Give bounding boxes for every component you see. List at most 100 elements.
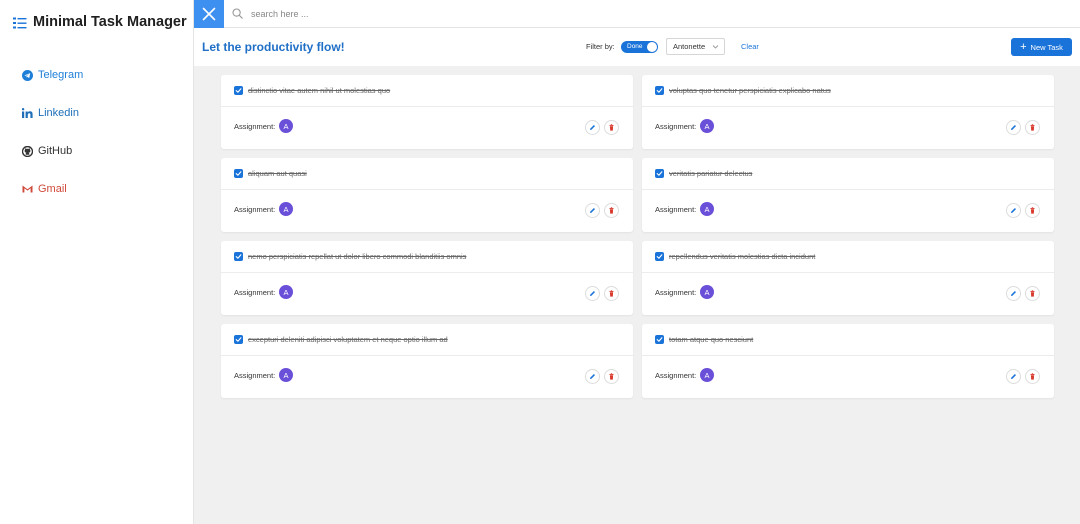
delete-task-button[interactable] — [604, 120, 619, 135]
task-title: veritatis pariatur delectus — [669, 169, 753, 178]
search-bar — [224, 0, 1080, 27]
trash-icon — [609, 290, 614, 297]
task-card-header: aliquam aut quasi — [221, 158, 633, 190]
sidebar-item-label: Telegram — [38, 69, 84, 81]
task-card-header: excepturi deleniti adipisci voluptatem e… — [221, 324, 633, 356]
github-icon — [22, 145, 33, 157]
checkmark-icon — [656, 254, 663, 259]
pencil-icon — [1011, 125, 1016, 130]
task-card: nemo perspiciatis repellat ut dolor libe… — [221, 241, 633, 315]
task-title: excepturi deleniti adipisci voluptatem e… — [248, 335, 448, 344]
pencil-icon — [1011, 291, 1016, 296]
sidebar-item-gmail[interactable]: Gmail — [0, 170, 193, 208]
task-done-checkbox[interactable] — [655, 252, 664, 261]
task-card: distinctio vitae autem nihil ut molestia… — [221, 75, 633, 149]
assignment-label: Assignment: — [234, 122, 276, 131]
task-done-checkbox[interactable] — [655, 335, 664, 344]
task-title: distinctio vitae autem nihil ut molestia… — [248, 86, 391, 95]
clear-filter-link[interactable]: Clear — [741, 42, 759, 51]
edit-task-button[interactable] — [1006, 120, 1021, 135]
assignee-avatar: A — [279, 119, 293, 133]
task-done-checkbox[interactable] — [655, 86, 664, 95]
sidebar-item-github[interactable]: GitHub — [0, 132, 193, 170]
search-input[interactable] — [251, 8, 551, 19]
task-card: aliquam aut quasi Assignment: A — [221, 158, 633, 232]
trash-icon — [1030, 290, 1035, 297]
task-title: repellendus veritatis molestias dicta in… — [669, 252, 816, 261]
chevron-down-icon — [712, 45, 719, 49]
task-card-header: distinctio vitae autem nihil ut molestia… — [221, 75, 633, 107]
pencil-icon — [590, 208, 595, 213]
delete-task-button[interactable] — [604, 286, 619, 301]
task-done-checkbox[interactable] — [234, 252, 243, 261]
edit-task-button[interactable] — [1006, 203, 1021, 218]
delete-task-button[interactable] — [1025, 369, 1040, 384]
sidebar-item-label: GitHub — [38, 145, 73, 157]
trash-icon — [609, 207, 614, 214]
task-card: repellendus veritatis molestias dicta in… — [642, 241, 1054, 315]
task-card-footer: Assignment: A — [221, 356, 633, 398]
close-sidebar-button[interactable] — [194, 0, 224, 28]
task-title: nemo perspiciatis repellat ut dolor libe… — [248, 252, 467, 261]
assignment-label: Assignment: — [234, 288, 276, 297]
assignee-avatar: A — [700, 368, 714, 382]
delete-task-button[interactable] — [604, 369, 619, 384]
task-card: veritatis pariatur delectus Assignment: … — [642, 158, 1054, 232]
assignee-selected-value: Antonette — [673, 42, 706, 51]
toggle-label: Done — [627, 43, 643, 50]
sidebar-nav: Telegram Linkedin GitHub Gmail — [0, 56, 193, 208]
delete-task-button[interactable] — [1025, 120, 1040, 135]
trash-icon — [609, 373, 614, 380]
task-list-icon — [13, 16, 27, 29]
task-done-checkbox[interactable] — [234, 169, 243, 178]
task-title: aliquam aut quasi — [248, 169, 307, 178]
pencil-icon — [590, 125, 595, 130]
trash-icon — [609, 124, 614, 131]
sidebar: Minimal Task Manager Telegram Linkedin G… — [0, 0, 194, 524]
edit-task-button[interactable] — [585, 286, 600, 301]
task-card-header: nemo perspiciatis repellat ut dolor libe… — [221, 241, 633, 273]
assignment-label: Assignment: — [655, 205, 697, 214]
trash-icon — [1030, 373, 1035, 380]
task-done-checkbox[interactable] — [655, 169, 664, 178]
new-task-button[interactable]: + New Task — [1011, 38, 1072, 56]
task-card-footer: Assignment: A — [642, 107, 1054, 149]
task-card-footer: Assignment: A — [642, 356, 1054, 398]
assignee-select[interactable]: Antonette — [666, 38, 725, 55]
sidebar-item-linkedin[interactable]: Linkedin — [0, 94, 193, 132]
task-card-header: repellendus veritatis molestias dicta in… — [642, 241, 1054, 273]
assignment-label: Assignment: — [655, 371, 697, 380]
checkmark-icon — [656, 88, 663, 93]
delete-task-button[interactable] — [604, 203, 619, 218]
gmail-icon — [22, 184, 33, 195]
edit-task-button[interactable] — [585, 203, 600, 218]
done-filter-toggle[interactable]: Done — [621, 41, 658, 53]
delete-task-button[interactable] — [1025, 203, 1040, 218]
checkmark-icon — [656, 337, 663, 342]
edit-task-button[interactable] — [585, 369, 600, 384]
assignee-avatar: A — [279, 202, 293, 216]
page-title: Let the productivity flow! — [202, 40, 345, 54]
checkmark-icon — [235, 337, 242, 342]
assignment-label: Assignment: — [655, 288, 697, 297]
assignee-avatar: A — [700, 119, 714, 133]
assignee-avatar: A — [279, 368, 293, 382]
task-title: totam atque quo nesciunt — [669, 335, 754, 344]
edit-task-button[interactable] — [585, 120, 600, 135]
sidebar-item-telegram[interactable]: Telegram — [0, 56, 193, 94]
task-title: voluptas quo tenetur perspiciatis explic… — [669, 86, 831, 95]
linkedin-icon — [22, 108, 33, 119]
task-done-checkbox[interactable] — [234, 86, 243, 95]
task-done-checkbox[interactable] — [234, 335, 243, 344]
page-header: Let the productivity flow! Filter by: Do… — [194, 28, 1080, 66]
top-bar — [194, 0, 1080, 28]
plus-icon: + — [1020, 40, 1027, 53]
checkmark-icon — [235, 88, 242, 93]
sidebar-item-label: Linkedin — [38, 107, 79, 119]
edit-task-button[interactable] — [1006, 369, 1021, 384]
edit-task-button[interactable] — [1006, 286, 1021, 301]
assignee-avatar: A — [700, 285, 714, 299]
brand: Minimal Task Manager — [0, 0, 193, 44]
pencil-icon — [1011, 208, 1016, 213]
delete-task-button[interactable] — [1025, 286, 1040, 301]
